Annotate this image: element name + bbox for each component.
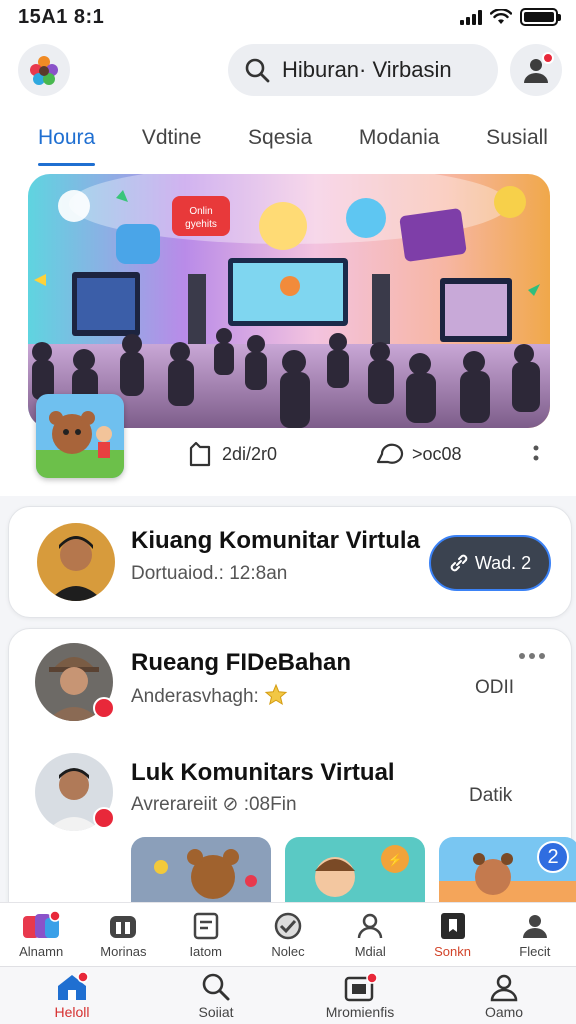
card-title: Kiuang Komunitar Virtula [131, 527, 420, 554]
search-bar[interactable] [228, 44, 498, 96]
category-bar: Alnamn Morinas Iatom Nolec Mdial Sonkn F… [0, 902, 576, 966]
wifi-icon [490, 9, 512, 24]
nav-label: Oamo [484, 1003, 524, 1020]
app-logo-button[interactable] [18, 44, 70, 96]
live-badge [93, 807, 115, 829]
person-avatar [37, 523, 115, 601]
tab-susiall[interactable]: Susiall [486, 116, 548, 160]
nav-search[interactable]: Soiiat [166, 972, 266, 1020]
list-item-status: ODII [475, 677, 515, 698]
tab-bar: Houra Vdtine Sqesia Modania Susiall [0, 110, 576, 166]
user-icon [522, 915, 547, 938]
category-alnamn[interactable]: Alnamn [5, 910, 77, 959]
link-icon [450, 554, 468, 572]
bottom-navigation: Heloll Soiiat Mromienfis Oamo [0, 966, 576, 1024]
nav-messages[interactable]: Mromienfis [310, 971, 410, 1020]
hero-comments-stat[interactable]: >oc08 [374, 440, 462, 468]
list-item-title: Luk Komunitars Virtual [131, 759, 395, 786]
list-item-subtitle-text: Anderasvhagh: [131, 686, 265, 707]
list-item-title: Rueang FIDeBahan [131, 649, 352, 676]
gamepad-icon [110, 916, 137, 938]
tab-vdtine[interactable]: Vdtine [142, 116, 202, 160]
flower-logo-icon [30, 56, 58, 85]
no-sign-icon [274, 912, 302, 940]
svg-text:⚡: ⚡ [388, 853, 403, 867]
nav-profile[interactable]: Oamo [454, 972, 554, 1020]
featured-community-card[interactable]: Kiuang Komunitar Virtula Dortuaiod.: 12:… [8, 506, 572, 618]
list-item-subtitle: Anderasvhagh: [131, 683, 288, 708]
profile-icon [490, 974, 518, 1001]
hero-section: Onlin gyehits 2di/2r0 >oc08 [0, 166, 576, 496]
more-options-icon[interactable] [530, 442, 542, 466]
thumbnail-row: ⚡ 2 [131, 837, 576, 903]
community-list-card: Rueang FIDeBahan Anderasvhagh: ODII Luk … [8, 628, 576, 928]
game-thumbnail[interactable] [131, 837, 271, 903]
category-label: Mdial [354, 944, 386, 959]
tab-houra[interactable]: Houra [38, 116, 96, 166]
nav-home[interactable]: Heloll [22, 971, 122, 1020]
hero-posts-count: 2di/2r0 [222, 443, 278, 464]
category-label: Alnamn [19, 944, 64, 959]
signal-icon [460, 9, 482, 25]
status-bar: 15A1 8:1 [0, 0, 576, 34]
category-label: Nolec [271, 944, 305, 959]
live-badge [93, 697, 115, 719]
card-icon [193, 912, 218, 940]
category-label: Sonkn [434, 944, 471, 959]
speech-bubble-line1: Onlin [189, 206, 212, 217]
person-icon [358, 913, 383, 939]
list-item-status: Datik [469, 785, 513, 806]
cartoon-boy-thumbnail: ⚡ [285, 837, 425, 903]
category-morinas[interactable]: Morinas [87, 910, 159, 959]
bookmark-icon [189, 441, 211, 467]
hero-banner[interactable]: Onlin gyehits [28, 174, 550, 428]
avatar [37, 523, 115, 601]
count-badge: 2 [537, 841, 569, 873]
nav-label: Soiiat [198, 1003, 234, 1020]
hero-thumbnail[interactable] [36, 394, 124, 478]
profile-button[interactable] [510, 44, 562, 96]
cartoon-bear-thumbnail [36, 394, 124, 478]
puzzle-icon [23, 910, 61, 938]
battery-icon [520, 8, 561, 26]
cartoon-bear-thumbnail [131, 837, 271, 903]
game-thumbnail[interactable]: ⚡ [285, 837, 425, 903]
join-button[interactable]: Wad. 2 [429, 535, 551, 591]
more-options-icon[interactable] [519, 653, 545, 659]
hero-comments-count: >oc08 [412, 443, 462, 464]
nav-label: Mromienfis [325, 1003, 395, 1020]
tab-sqesia[interactable]: Sqesia [248, 116, 312, 160]
inbox-icon [344, 971, 377, 1001]
notification-badge [542, 52, 554, 64]
search-icon [202, 973, 230, 1000]
join-button-label: Wad. 2 [474, 552, 532, 573]
tab-modania[interactable]: Modania [359, 116, 440, 160]
category-sonkn[interactable]: Sonkn [417, 910, 489, 959]
list-item-subtitle: Avrerareiit ⊘ :08Fin [131, 794, 297, 815]
comment-icon [376, 443, 404, 464]
category-label: Iatom [189, 944, 222, 959]
category-nolec[interactable]: Nolec [252, 910, 324, 959]
category-label: Morinas [100, 944, 147, 959]
home-icon [58, 971, 89, 1000]
category-iatom[interactable]: Iatom [170, 910, 242, 959]
nav-label: Heloll [54, 1003, 90, 1020]
app-header [0, 34, 576, 110]
category-mdial[interactable]: Mdial [334, 910, 406, 959]
speech-bubble-line2: gyehits [185, 219, 217, 230]
category-label: Flecit [519, 944, 551, 959]
search-icon [245, 58, 270, 83]
card-subtitle: Dortuaiod.: 12:8an [131, 563, 288, 584]
hero-posts-stat[interactable]: 2di/2r0 [186, 440, 277, 468]
star-icon [264, 683, 288, 706]
hero-illustration: Onlin gyehits [28, 174, 550, 428]
category-flecit[interactable]: Flecit [499, 910, 571, 959]
status-time: 15A1 8:1 [18, 5, 105, 28]
game-thumbnail[interactable]: 2 [439, 837, 576, 903]
photo-icon [440, 913, 465, 939]
status-icons [460, 8, 561, 26]
search-input[interactable] [282, 57, 472, 83]
